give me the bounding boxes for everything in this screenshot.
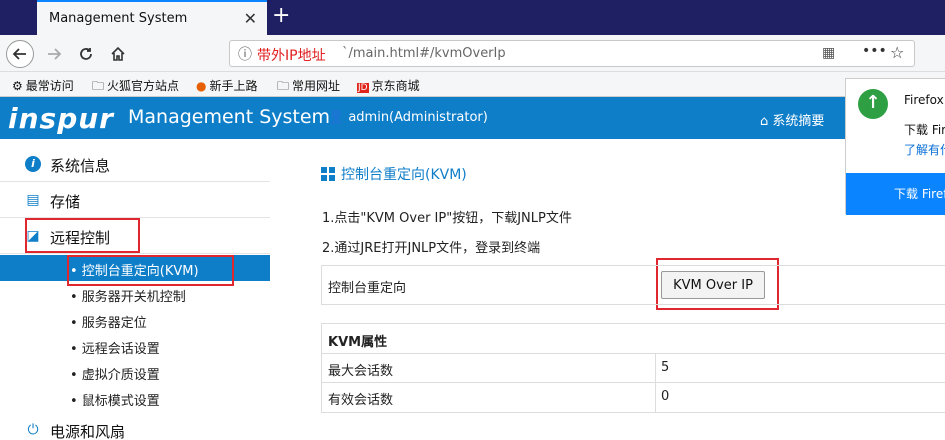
page-title: 控制台重定向(KVM) (321, 164, 467, 184)
kvm-over-ip-button[interactable]: KVM Over IP (661, 271, 765, 299)
sidebar-subitem-virtual-media[interactable]: • 虚拟介质设置 (0, 359, 270, 385)
home-icon: ⌂ (760, 114, 769, 129)
toast-download-button[interactable]: 下载 Firef (846, 173, 945, 215)
redirect-table: 控制台重定向 KVM Over IP (321, 265, 945, 305)
inspur-logo: inspur (8, 102, 114, 135)
reload-icon (80, 48, 92, 60)
sidebar-subitem-server-locate[interactable]: • 服务器定位 (0, 307, 270, 333)
tab-title: Management System (49, 11, 188, 26)
column-divider (655, 383, 656, 412)
info-icon: i (25, 156, 41, 172)
toast-learn-link[interactable]: 了解有什 (904, 141, 945, 158)
star-icon[interactable]: ☆ (890, 43, 904, 62)
info-icon[interactable]: ⓘ (238, 44, 252, 64)
app-header: inspur Management System 👤 admin(Adminis… (0, 97, 945, 139)
back-button[interactable] (6, 40, 34, 68)
arrow-left-icon (12, 48, 26, 60)
kvm-properties-table: KVM属性 最大会话数 5 有效会话数 0 (321, 323, 945, 413)
folder-icon: 🗀 (92, 79, 105, 93)
bookmark-jd[interactable]: JD 京东商城 (357, 77, 420, 94)
instruction-2: 2.通过JRE打开JNLP文件，登录到终端 (322, 241, 541, 256)
column-divider (655, 354, 656, 383)
highlight-kvm-item (67, 255, 234, 286)
storage-icon: ▤ (26, 192, 40, 208)
props-header: KVM属性 (328, 335, 388, 350)
sidebar-item-power-fans[interactable]: ⏻ 电源和风扇 (0, 412, 270, 440)
url-host: 带外IP地址 (257, 48, 326, 64)
user-info: 👤 admin(Administrator) (328, 110, 488, 125)
home-icon (111, 46, 125, 61)
close-icon[interactable]: ✕ (244, 9, 257, 28)
forward-button[interactable] (40, 40, 68, 68)
system-summary-link[interactable]: ⌂ 系统摘要 (760, 110, 824, 129)
bookmark-firefox-site[interactable]: 🗀 火狐官方站点 (92, 77, 179, 98)
arrow-up-icon: ↑ (858, 89, 888, 119)
max-sessions-value: 5 (661, 360, 670, 375)
toast-title: Firefox (904, 93, 944, 107)
arrow-right-icon (48, 48, 62, 60)
table-row: 控制台重定向 KVM Over IP (322, 266, 945, 304)
url-path: `/main.html#/kvmOverIp (342, 46, 506, 61)
sidebar-item-storage[interactable]: ▤ 存储 (0, 182, 270, 218)
toast-text: 下载 Fir (904, 123, 945, 137)
gear-icon: ⚙ (12, 79, 23, 93)
highlight-remote-control (25, 218, 140, 253)
max-sessions-label: 最大会话数 (328, 364, 394, 379)
home-button[interactable] (104, 40, 132, 68)
active-sessions-value: 0 (661, 389, 670, 404)
more-icon[interactable]: ••• (862, 43, 887, 59)
redirect-label: 控制台重定向 (328, 281, 407, 296)
sidebar-subitem-mouse-mode[interactable]: • 鼠标模式设置 (0, 385, 270, 411)
bookmark-common-sites[interactable]: 🗀 常用网址 (277, 77, 340, 98)
browser-tab[interactable]: Management System ✕ (37, 0, 267, 35)
instruction-1: 1.点击"KVM Over IP"按钮，下载JNLP文件 (322, 211, 572, 226)
bookmark-getting-started[interactable]: ● 新手上路 (196, 77, 258, 94)
new-tab-button[interactable]: + (272, 3, 290, 28)
table-row: 最大会话数 5 (322, 354, 945, 383)
sidebar-item-system-info[interactable]: i 系统信息 (0, 146, 270, 182)
sidebar: i 系统信息 ▤ 存储 ◪ 远程控制 • 控制台重定向(KVM) • 服务器开关… (0, 139, 270, 440)
tab-bar: Management System ✕ + (0, 0, 945, 35)
folder-icon: 🗀 (277, 79, 290, 93)
bookmark-most-visited[interactable]: ⚙ 最常访问 (12, 77, 74, 94)
nav-bar: ⓘ 带外IP地址 `/main.html#/kvmOverIp ▦ ••• ☆ (0, 35, 945, 72)
jd-icon: JD (357, 83, 369, 93)
grid-icon (321, 167, 335, 181)
qr-code-icon[interactable]: ▦ (822, 45, 835, 61)
bookmarks-bar: ⚙ 最常访问 🗀 火狐官方站点 ● 新手上路 🗀 常用网址 JD 京东商城 (0, 72, 945, 97)
user-icon: 👤 (328, 110, 345, 125)
active-sessions-label: 有效会话数 (328, 393, 394, 408)
sidebar-subitem-remote-session[interactable]: • 远程会话设置 (0, 333, 270, 359)
table-header-row: KVM属性 (322, 324, 945, 354)
power-icon: ⏻ (27, 422, 39, 438)
app-title: Management System (128, 106, 331, 128)
firefox-icon: ● (196, 79, 207, 93)
table-row: 有效会话数 0 (322, 383, 945, 412)
download-toast: ↑ Firefox 下载 Fir 了解有什 下载 Firef (845, 78, 945, 215)
reload-button[interactable] (72, 40, 100, 68)
url-bar[interactable]: ⓘ 带外IP地址 `/main.html#/kvmOverIp ▦ ••• ☆ (229, 40, 915, 67)
